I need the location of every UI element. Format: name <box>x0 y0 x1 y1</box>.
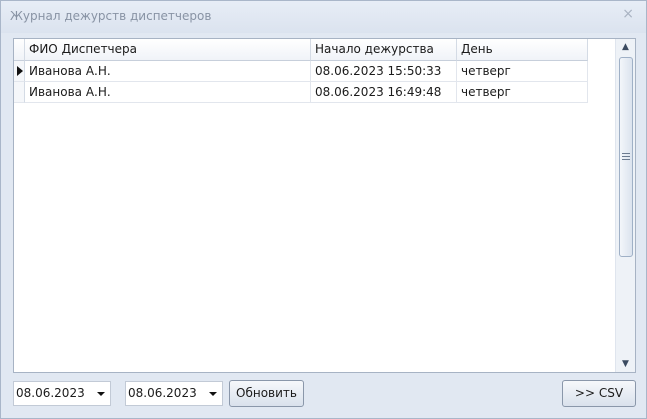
chevron-down-icon[interactable] <box>209 392 217 396</box>
table-row[interactable]: Иванова А.Н. 08.06.2023 16:49:48 четверг <box>14 82 588 103</box>
export-csv-button[interactable]: >> CSV <box>562 380 636 407</box>
cell-start[interactable]: 08.06.2023 15:50:33 <box>311 61 457 82</box>
column-header-start[interactable]: Начало дежурства <box>311 39 457 61</box>
scrollbar-thumb[interactable] <box>619 57 633 257</box>
date-from-value: 08.06.2023 <box>16 386 85 400</box>
date-from-select[interactable]: 08.06.2023 <box>13 381 111 406</box>
row-indicator <box>14 61 25 82</box>
scroll-down-icon[interactable]: ▼ <box>616 356 635 372</box>
cell-name[interactable]: Иванова А.Н. <box>25 61 311 82</box>
row-indicator <box>14 82 25 103</box>
scroll-up-icon[interactable]: ▲ <box>616 39 635 55</box>
close-icon[interactable]: × <box>622 6 634 22</box>
column-header-name[interactable]: ФИО Диспетчера <box>25 39 311 61</box>
journal-window: Журнал дежурств диспетчеров × ФИО Диспет… <box>0 0 647 419</box>
chevron-down-icon[interactable] <box>97 392 105 396</box>
current-row-arrow-icon <box>17 66 23 76</box>
column-header-day[interactable]: День <box>457 39 588 61</box>
duty-grid[interactable]: ФИО Диспетчера Начало дежурства День Ива… <box>13 38 636 373</box>
refresh-button[interactable]: Обновить <box>229 380 304 407</box>
cell-day[interactable]: четверг <box>457 82 588 103</box>
window-title: Журнал дежурств диспетчеров <box>10 9 212 23</box>
cell-day[interactable]: четверг <box>457 61 588 82</box>
grip-icon <box>622 153 630 160</box>
table-row[interactable]: Иванова А.Н. 08.06.2023 15:50:33 четверг <box>14 61 588 82</box>
date-to-value: 08.06.2023 <box>128 386 197 400</box>
date-to-select[interactable]: 08.06.2023 <box>125 381 223 406</box>
cell-start[interactable]: 08.06.2023 16:49:48 <box>311 82 457 103</box>
cell-name[interactable]: Иванова А.Н. <box>25 82 311 103</box>
title-bar[interactable]: Журнал дежурств диспетчеров × <box>1 1 646 33</box>
vertical-scrollbar[interactable]: ▲ ▼ <box>615 39 635 372</box>
header-indicator <box>14 39 25 61</box>
